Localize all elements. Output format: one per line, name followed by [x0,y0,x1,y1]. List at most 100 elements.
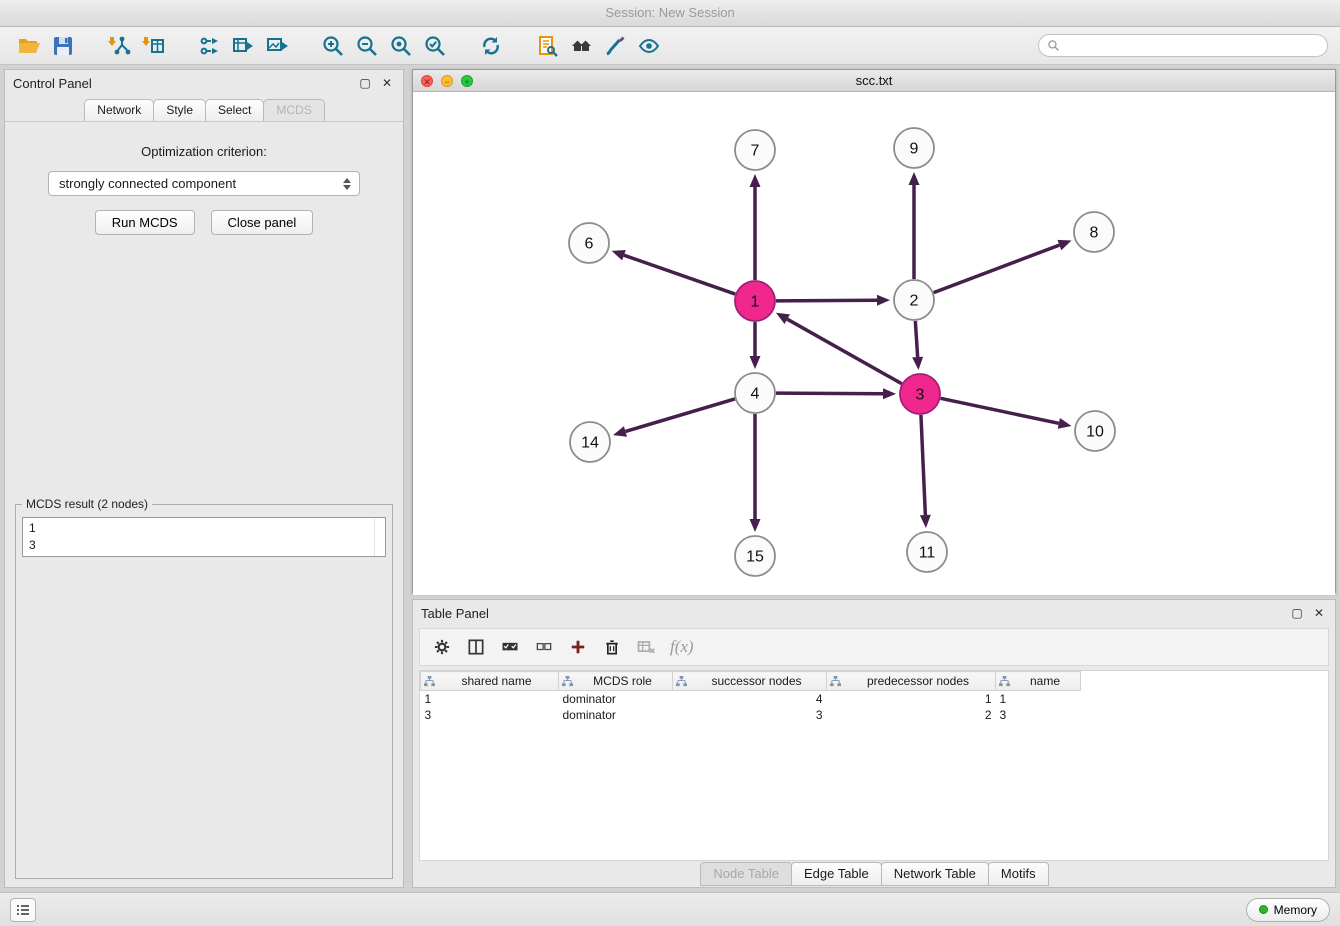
graph-node-11[interactable]: 11 [907,532,947,572]
table-cell[interactable]: 3 [673,707,827,723]
show-columns-button[interactable] [466,637,486,657]
home-button[interactable] [564,31,598,61]
column-header-predecessor-nodes[interactable]: predecessor nodes [827,672,996,691]
import-network-button[interactable] [102,31,136,61]
first-neighbors-icon [535,34,559,58]
style-brush-button[interactable] [598,31,632,61]
table-settings-button[interactable] [432,637,452,657]
table-cell[interactable]: 3 [421,707,559,723]
import-table-icon [141,34,165,58]
refresh-button[interactable] [474,31,508,61]
hierarchy-icon [999,676,1010,687]
graph-edge-1-2[interactable] [776,300,877,301]
memory-button[interactable]: Memory [1246,898,1330,922]
graph-node-7[interactable]: 7 [735,130,775,170]
table-cell[interactable]: 1 [827,691,996,707]
select-all-columns-button[interactable] [500,637,520,657]
network-view-window: ✕ − + scc.txt 7968124314101511 [412,69,1336,593]
float-panel-icon[interactable]: ▢ [357,75,373,91]
import-table-button[interactable] [136,31,170,61]
table-row[interactable]: 3dominator323 [421,707,1081,723]
graph-edge-3-1[interactable] [787,319,901,384]
close-panel-icon[interactable]: ✕ [379,75,395,91]
column-header-label: successor nodes [711,674,801,688]
delete-column-button[interactable] [602,637,622,657]
table-row[interactable]: 1dominator411 [421,691,1081,707]
zoom-in-button[interactable] [316,31,350,61]
graph-edge-2-3[interactable] [915,321,917,357]
zoom-fit-button[interactable] [384,31,418,61]
plus-icon [568,637,588,657]
graph-edge-3-10[interactable] [941,398,1059,423]
table-cell[interactable]: 2 [827,707,996,723]
graph-node-14[interactable]: 14 [570,422,610,462]
zoom-selected-button[interactable] [418,31,452,61]
column-header-shared-name[interactable]: shared name [421,672,559,691]
unselect-all-columns-button[interactable] [534,637,554,657]
graph-edge-4-14[interactable] [625,399,734,431]
mcds-result-line: 1 [29,520,379,537]
table-cell[interactable]: dominator [559,691,673,707]
export-network-button[interactable] [192,31,226,61]
tab-motifs[interactable]: Motifs [988,862,1049,886]
graph-node-3[interactable]: 3 [900,374,940,414]
column-header-successor-nodes[interactable]: successor nodes [673,672,827,691]
table-cell[interactable]: dominator [559,707,673,723]
svg-text:6: 6 [585,236,594,253]
criterion-select[interactable]: strongly connected component [48,171,360,196]
graph-edge-2-8[interactable] [934,245,1060,293]
table-cell[interactable]: 4 [673,691,827,707]
function-builder-button[interactable]: f(x) [670,637,694,657]
graph-node-6[interactable]: 6 [569,223,609,263]
column-header-MCDS-role[interactable]: MCDS role [559,672,673,691]
task-history-button[interactable] [10,898,36,922]
zoom-out-button[interactable] [350,31,384,61]
table-cell[interactable]: 3 [996,707,1081,723]
close-panel-button[interactable]: Close panel [211,210,314,235]
mcds-result-box[interactable]: 13 [22,517,386,557]
tab-node-table[interactable]: Node Table [700,862,792,886]
first-neighbors-button[interactable] [530,31,564,61]
export-table-button[interactable] [226,31,260,61]
table-panel-title: Table Panel [421,606,1283,621]
eye-icon [637,34,661,58]
fx-icon: f(x) [670,637,694,657]
mcds-result-fieldset: MCDS result (2 nodes) 13 [15,497,393,879]
table-cell[interactable]: 1 [996,691,1081,707]
status-bar: Memory [0,892,1340,926]
arrowhead-icon [912,357,923,370]
graph-edge-3-11[interactable] [921,415,925,515]
tab-select[interactable]: Select [205,99,264,121]
svg-text:8: 8 [1090,225,1099,242]
graph-edge-4-3[interactable] [776,393,883,394]
export-image-button[interactable] [260,31,294,61]
delete-table-button[interactable] [636,637,656,657]
open-session-button[interactable] [12,31,46,61]
create-column-button[interactable] [568,637,588,657]
column-header-name[interactable]: name [996,672,1081,691]
window-title: Session: New Session [605,5,734,20]
table-cell[interactable]: 1 [421,691,559,707]
close-table-panel-icon[interactable]: ✕ [1311,605,1327,621]
graph-node-1[interactable]: 1 [735,281,775,321]
show-hide-button[interactable] [632,31,666,61]
tab-network-table[interactable]: Network Table [881,862,989,886]
tab-style[interactable]: Style [153,99,206,121]
graph-node-15[interactable]: 15 [735,536,775,576]
graph-node-10[interactable]: 10 [1075,411,1115,451]
save-session-button[interactable] [46,31,80,61]
graph-node-2[interactable]: 2 [894,280,934,320]
run-mcds-button[interactable]: Run MCDS [95,210,195,235]
graph-node-8[interactable]: 8 [1074,212,1114,252]
tab-mcds[interactable]: MCDS [263,99,324,121]
tab-network[interactable]: Network [84,99,154,121]
float-table-panel-icon[interactable]: ▢ [1289,605,1305,621]
network-canvas[interactable]: 7 9 6 8 1 2 4 3 14 10 15 11 [413,92,1337,592]
tab-edge-table[interactable]: Edge Table [791,862,882,886]
graph-node-9[interactable]: 9 [894,128,934,168]
titlebar: Session: New Session [0,0,1340,27]
graph-edge-1-6[interactable] [624,255,735,294]
graph-node-4[interactable]: 4 [735,373,775,413]
svg-text:14: 14 [581,435,599,452]
search-input[interactable] [1065,39,1319,53]
